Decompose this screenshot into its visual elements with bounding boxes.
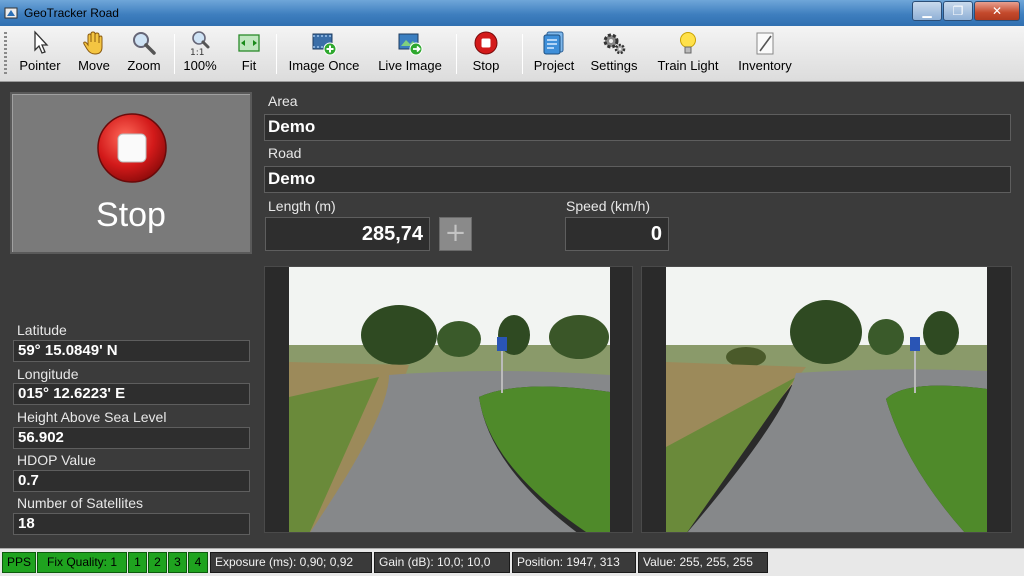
svg-text:1:1: 1:1 bbox=[190, 48, 204, 56]
big-stop-button[interactable]: Stop bbox=[10, 92, 252, 254]
length-label: Length (m) bbox=[268, 198, 336, 214]
road-field[interactable]: Demo bbox=[264, 166, 1011, 193]
move-button[interactable]: Move bbox=[72, 30, 116, 78]
camera-view-left[interactable] bbox=[264, 266, 633, 533]
hdop-field: 0.7 bbox=[13, 470, 250, 492]
pencil-icon bbox=[756, 32, 774, 55]
train-light-button[interactable]: Train Light bbox=[652, 30, 724, 78]
toolbar-separator bbox=[174, 34, 175, 74]
pointer-button[interactable]: Pointer bbox=[14, 30, 66, 78]
project-icon bbox=[543, 31, 564, 55]
fit-icon bbox=[238, 34, 260, 52]
toolbar-grip[interactable] bbox=[4, 32, 7, 76]
app-icon bbox=[4, 7, 18, 19]
latitude-field: 59° 15.0849' N bbox=[13, 340, 250, 362]
inventory-button[interactable]: Inventory bbox=[732, 30, 798, 78]
hdop-label: HDOP Value bbox=[17, 452, 96, 468]
minimize-button[interactable]: ▁ bbox=[912, 1, 942, 21]
length-field: 285,74 bbox=[265, 217, 430, 251]
camera-view-right[interactable] bbox=[641, 266, 1012, 533]
road-image-right bbox=[666, 267, 987, 532]
longitude-field: 015° 12.6223' E bbox=[13, 383, 250, 405]
close-button[interactable]: ✕ bbox=[974, 1, 1020, 21]
height-label: Height Above Sea Level bbox=[17, 409, 167, 425]
image-once-button[interactable]: Image Once bbox=[282, 30, 366, 78]
pointer-icon bbox=[34, 30, 49, 54]
hand-icon bbox=[83, 31, 103, 55]
film-add-icon bbox=[312, 33, 337, 56]
stop-icon bbox=[97, 113, 167, 183]
speed-field: 0 bbox=[565, 217, 669, 251]
live-image-icon bbox=[398, 33, 423, 56]
toolbar: Pointer Move Zoom 1:1 100% Fit Image Onc… bbox=[0, 26, 1024, 82]
big-stop-label: Stop bbox=[96, 196, 166, 234]
satellite-indicator-3: 3 bbox=[168, 552, 187, 573]
window-title: GeoTracker Road bbox=[24, 6, 119, 20]
live-image-button[interactable]: Live Image bbox=[372, 30, 448, 78]
stop-toolbar-button[interactable]: Stop bbox=[466, 30, 506, 78]
position-status: Position: 1947, 313 bbox=[512, 552, 636, 573]
add-length-button[interactable]: + bbox=[439, 217, 472, 251]
settings-button[interactable]: Settings bbox=[586, 30, 642, 78]
zoom-100-icon: 1:1 bbox=[190, 31, 210, 56]
satellite-indicator-4: 4 bbox=[188, 552, 208, 573]
pps-indicator: PPS bbox=[2, 552, 36, 573]
toolbar-separator bbox=[276, 34, 277, 74]
lightbulb-icon bbox=[680, 32, 696, 54]
title-bar: GeoTracker Road ▁ ❐ ✕ bbox=[0, 0, 1024, 26]
height-field: 56.902 bbox=[13, 427, 250, 449]
satellites-field: 18 bbox=[13, 513, 250, 535]
longitude-label: Longitude bbox=[17, 366, 79, 382]
road-label: Road bbox=[268, 145, 302, 161]
gain-status: Gain (dB): 10,0; 10,0 bbox=[374, 552, 510, 573]
exposure-status: Exposure (ms): 0,90; 0,92 bbox=[210, 552, 372, 573]
fix-quality-indicator: Fix Quality: 1 bbox=[37, 552, 127, 573]
toolbar-separator bbox=[522, 34, 523, 74]
gears-icon bbox=[603, 33, 626, 55]
fit-button[interactable]: Fit bbox=[230, 30, 268, 78]
satellites-label: Number of Satellites bbox=[17, 495, 144, 511]
area-label: Area bbox=[268, 93, 298, 109]
zoom-100-button[interactable]: 1:1 100% bbox=[180, 30, 220, 78]
road-image-left bbox=[289, 267, 610, 532]
status-bar: PPS Fix Quality: 1 1 2 3 4 Exposure (ms)… bbox=[0, 548, 1024, 576]
maximize-button[interactable]: ❐ bbox=[943, 1, 973, 21]
satellite-indicator-2: 2 bbox=[148, 552, 167, 573]
zoom-button[interactable]: Zoom bbox=[122, 30, 166, 78]
latitude-label: Latitude bbox=[17, 322, 67, 338]
stop-icon bbox=[474, 31, 498, 55]
area-field[interactable]: Demo bbox=[264, 114, 1011, 141]
toolbar-separator bbox=[456, 34, 457, 74]
project-button[interactable]: Project bbox=[530, 30, 578, 78]
speed-label: Speed (km/h) bbox=[566, 198, 651, 214]
satellite-indicator-1: 1 bbox=[128, 552, 147, 573]
magnifier-icon bbox=[133, 32, 156, 55]
value-status: Value: 255, 255, 255 bbox=[638, 552, 768, 573]
